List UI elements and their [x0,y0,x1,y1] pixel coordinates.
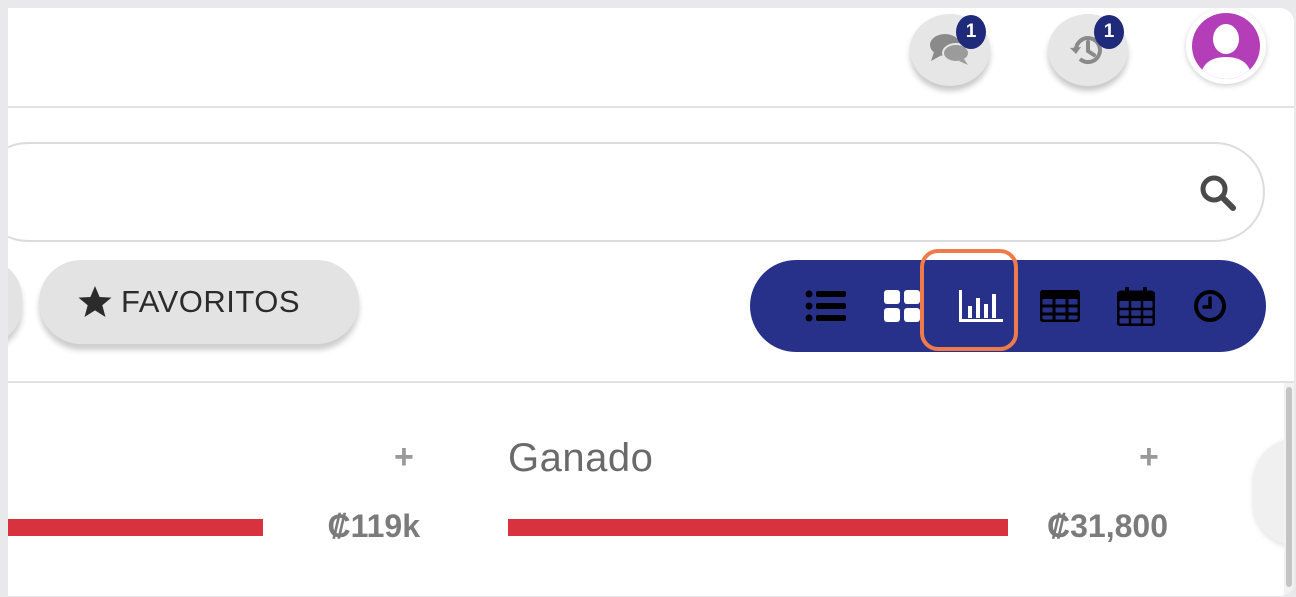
avatar[interactable] [1186,8,1266,84]
grid-icon [884,290,920,322]
star-icon [78,286,112,317]
card-1-progress-bar [8,519,263,536]
top-bar: 1 1 [8,8,1294,108]
favorites-label: FAVORITOS [121,284,301,319]
user-icon [1192,13,1260,79]
app-window: 1 1 FAVORITOS + ₡119k Ganado + ₡31,800 [8,8,1294,596]
card-1-add-button[interactable]: + [394,438,414,477]
scrollbar-thumb[interactable] [1286,387,1292,587]
card-2-progress-bar [508,519,1008,536]
section-divider [8,381,1294,383]
history-notification-badge: 1 [1094,15,1124,49]
table-view-button[interactable] [1030,260,1090,352]
clock-icon [1194,290,1226,322]
bar-chart-icon [959,290,1003,322]
filter-pill-partial[interactable] [8,260,22,344]
chat-button[interactable]: 1 [910,14,990,86]
history-button[interactable]: 1 [1048,14,1128,86]
view-switcher [750,260,1266,352]
chart-view-button[interactable] [951,260,1011,352]
grid-view-button[interactable] [872,260,932,352]
search-bar [8,142,1265,242]
card-2-amount: ₡31,800 [1047,508,1168,544]
timeline-view-button[interactable] [1180,260,1240,352]
card-2-title: Ganado [508,436,654,480]
list-icon [805,290,846,322]
card-1-amount: ₡119k [327,508,420,544]
vertical-scrollbar[interactable] [1284,383,1294,596]
calendar-view-button[interactable] [1106,260,1166,352]
favorites-button[interactable]: FAVORITOS [39,260,359,344]
table-icon [1040,290,1080,322]
card-2-add-button[interactable]: + [1139,438,1159,477]
list-view-button[interactable] [796,260,856,352]
chat-notification-badge: 1 [956,15,986,49]
search-input[interactable] [20,164,1144,222]
calendar-icon [1117,287,1155,326]
search-icon[interactable] [1199,174,1237,212]
